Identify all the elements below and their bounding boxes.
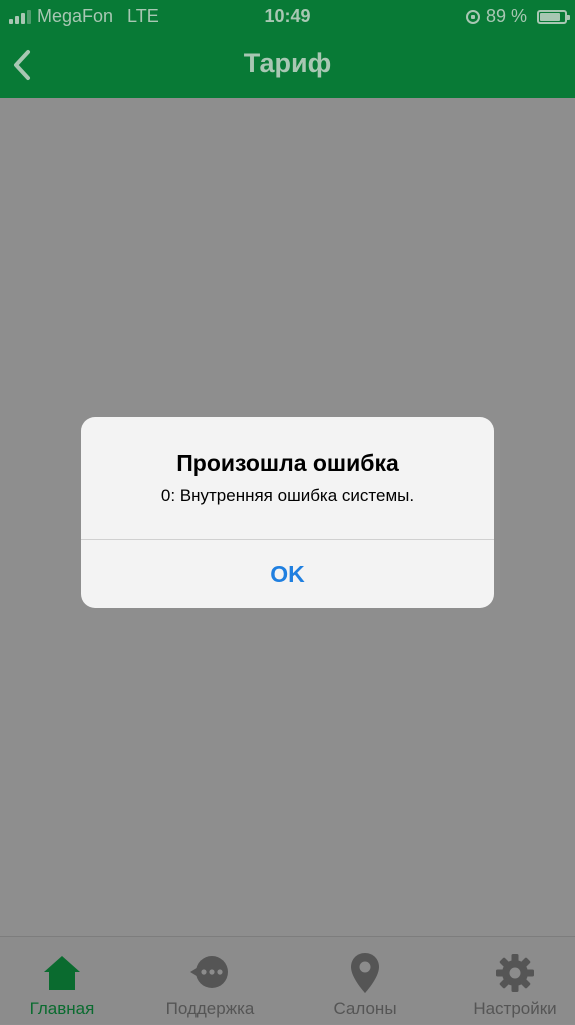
tab-home[interactable]: Главная <box>22 937 102 1025</box>
tab-home-label: Главная <box>29 999 95 1018</box>
status-bar: MegaFon LTE 10:49 89 % <box>0 0 575 34</box>
tab-bar: Главная Поддержка Салоны Настройки <box>0 936 575 1024</box>
alert-title: Произошла ошибка <box>176 450 399 476</box>
tab-support-label: Поддержка <box>165 999 255 1018</box>
gear-icon <box>496 954 534 992</box>
tab-salons-label: Салоны <box>333 999 397 1018</box>
error-alert: Произошла ошибка 0: Внутренняя ошибка си… <box>81 417 494 608</box>
ok-button[interactable]: OK <box>81 540 494 608</box>
rotation-lock-icon <box>465 9 480 24</box>
tab-support[interactable]: Поддержка <box>155 937 265 1025</box>
battery-icon <box>537 9 570 24</box>
map-pin-icon <box>351 953 379 993</box>
tab-settings-label: Настройки <box>473 999 557 1018</box>
page-title: Тариф <box>243 48 332 78</box>
alert-message: 0: Внутренняя ошибка системы. <box>160 486 415 505</box>
tab-settings[interactable]: Настройки <box>465 937 565 1025</box>
chat-icon <box>190 956 228 988</box>
home-icon <box>44 956 80 990</box>
tab-salons[interactable]: Салоны <box>320 937 410 1025</box>
app-header: MegaFon LTE 10:49 89 % Тариф <box>0 0 575 98</box>
battery-percent: 89 % <box>485 6 527 26</box>
